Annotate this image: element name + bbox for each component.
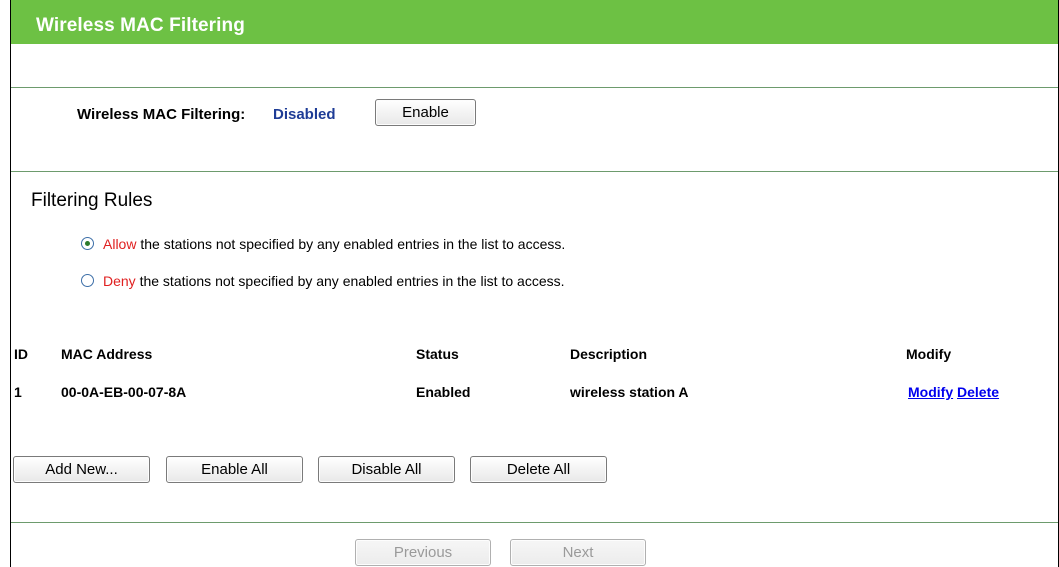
deny-rule-text: the stations not specified by any enable… [135, 273, 565, 289]
delete-all-button[interactable]: Delete All [470, 456, 607, 483]
divider [11, 87, 1058, 88]
add-new-button[interactable]: Add New... [13, 456, 150, 483]
divider [11, 522, 1058, 523]
column-header-status: Status [416, 346, 459, 362]
filtering-status-label: Wireless MAC Filtering: [77, 106, 246, 123]
column-header-description: Description [570, 346, 648, 362]
filtering-status-value: Disabled [273, 106, 336, 123]
delete-link[interactable]: Delete [957, 384, 999, 400]
next-button[interactable]: Next [510, 539, 646, 566]
modify-link[interactable]: Modify [908, 384, 953, 400]
row-id: 1 [14, 384, 22, 400]
row-status: Enabled [416, 384, 471, 400]
deny-rule-label: Deny the stations not specified by any e… [103, 273, 565, 289]
radio-selected-dot [85, 241, 90, 246]
allow-keyword: Allow [103, 236, 137, 252]
column-header-id: ID [14, 346, 28, 362]
previous-button[interactable]: Previous [355, 539, 491, 566]
row-modify-cell: Modify Delete [908, 384, 999, 400]
row-mac-address: 00-0A-EB-00-07-8A [61, 384, 187, 400]
column-header-modify: Modify [906, 346, 952, 362]
enable-all-button[interactable]: Enable All [166, 456, 303, 483]
disable-all-button[interactable]: Disable All [318, 456, 455, 483]
filtering-rules-title: Filtering Rules [31, 190, 153, 211]
divider [11, 171, 1058, 172]
content-frame: Wireless MAC Filtering Wireless MAC Filt… [10, 0, 1059, 567]
allow-radio[interactable] [81, 237, 94, 250]
enable-filtering-button[interactable]: Enable [375, 99, 476, 126]
deny-keyword: Deny [103, 273, 136, 289]
page-title: Wireless MAC Filtering [36, 15, 245, 36]
allow-rule-label: Allow the stations not specified by any … [103, 236, 565, 252]
row-description: wireless station A [570, 384, 689, 400]
allow-rule-text: the stations not specified by any enable… [136, 236, 566, 252]
deny-radio[interactable] [81, 274, 94, 287]
column-header-mac: MAC Address [61, 346, 153, 362]
page-header: Wireless MAC Filtering [11, 0, 1058, 44]
